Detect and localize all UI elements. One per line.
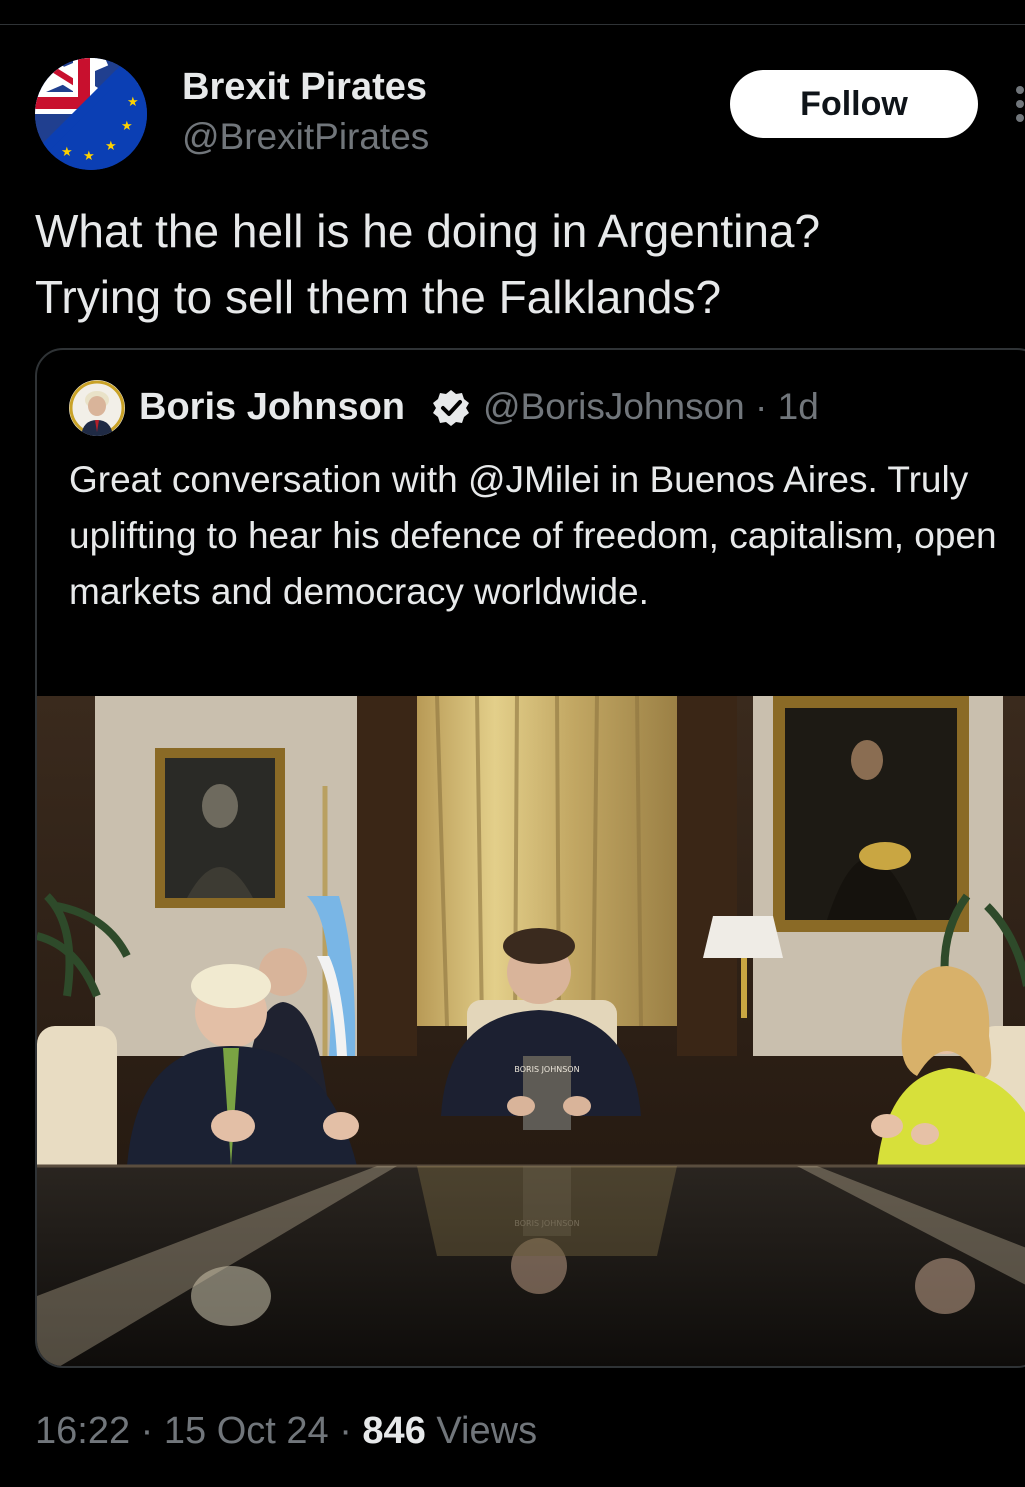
- quoted-tweet-text: Great conversation with @JMilei in Bueno…: [69, 459, 997, 612]
- union-jack-eu-flag-icon: ★ ★ ★ ★ ★ ★: [35, 58, 147, 170]
- top-divider: [0, 24, 1025, 25]
- author-avatar[interactable]: ★ ★ ★ ★ ★ ★: [35, 58, 147, 170]
- views-count: 846: [362, 1410, 426, 1452]
- quoted-tweet-photo[interactable]: BORIS JOHNSON BORIS JOHNSON: [37, 695, 1025, 1366]
- quoted-tweet-age[interactable]: 1d: [778, 386, 819, 427]
- quoted-author-avatar[interactable]: [69, 380, 125, 436]
- follow-button[interactable]: Follow: [730, 70, 978, 138]
- quoted-meta: @BorisJohnson · 1d: [483, 386, 819, 428]
- tweet-date[interactable]: 15 Oct 24: [164, 1410, 329, 1452]
- quoted-author-handle[interactable]: @BorisJohnson: [483, 386, 745, 427]
- tweet-footer: 16:22 · 15 Oct 24 · 846 Views: [35, 1410, 537, 1453]
- tweet-time[interactable]: 16:22: [35, 1410, 130, 1452]
- svg-text:★: ★: [135, 73, 147, 88]
- svg-text:★: ★: [127, 95, 139, 110]
- boris-johnson-avatar-icon: [69, 380, 125, 436]
- meta-separator: ·: [755, 386, 768, 427]
- footer-separator: ·: [130, 1410, 164, 1452]
- author-display-name[interactable]: Brexit Pirates: [182, 66, 427, 109]
- verified-badge-icon: [431, 388, 471, 428]
- quoted-tweet[interactable]: Boris Johnson @BorisJohnson · 1d Great c…: [35, 348, 1025, 1368]
- quoted-author-name[interactable]: Boris Johnson: [139, 386, 405, 429]
- views-label: Views: [425, 1410, 538, 1452]
- author-handle[interactable]: @BrexitPirates: [182, 116, 429, 158]
- svg-text:★: ★: [105, 139, 117, 154]
- svg-text:★: ★: [121, 119, 133, 134]
- tweet-text: What the hell is he doing in Argentina? …: [35, 205, 821, 323]
- footer-separator: ·: [328, 1410, 363, 1452]
- svg-text:★: ★: [61, 145, 73, 160]
- vertical-ellipsis-icon[interactable]: [1014, 86, 1025, 126]
- svg-text:★: ★: [83, 149, 95, 164]
- book-cover-text: BORIS JOHNSON: [514, 1065, 579, 1074]
- meeting-photo-illustration: BORIS JOHNSON BORIS JOHNSON: [37, 695, 1025, 1366]
